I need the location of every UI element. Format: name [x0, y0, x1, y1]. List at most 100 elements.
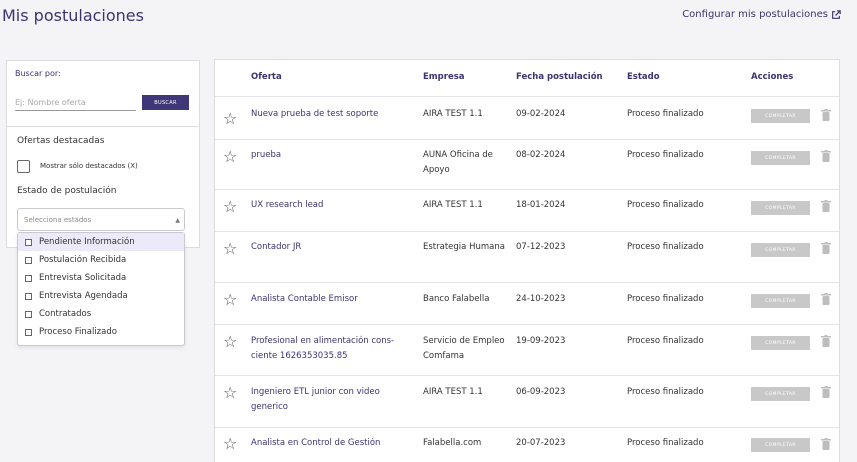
- header-state: Estado: [627, 72, 660, 82]
- state-option[interactable]: Entrevista Solicitada: [18, 269, 184, 287]
- state-option[interactable]: Contratados: [18, 305, 184, 323]
- state-option-label: Proceso Finalizado: [39, 327, 117, 337]
- complete-button[interactable]: COMPLETAR: [751, 336, 810, 350]
- table-row: ☆ Analista Contable Emisor Banco Falabel…: [215, 282, 839, 324]
- date-cell: 07-12-2023: [516, 242, 566, 252]
- trash-icon[interactable]: [821, 150, 831, 162]
- table-row: ☆ Analista en Control de Gestión Falabel…: [215, 427, 839, 462]
- complete-button[interactable]: COMPLETAR: [751, 201, 810, 215]
- complete-button[interactable]: COMPLETAR: [751, 243, 810, 257]
- date-cell: 19-09-2023: [516, 336, 566, 346]
- state-option-label: Entrevista Solicitada: [39, 273, 127, 283]
- complete-button[interactable]: COMPLETAR: [751, 151, 810, 165]
- configure-link-label: Configurar mis postulaciones: [682, 9, 828, 20]
- trash-icon[interactable]: [821, 335, 831, 347]
- date-cell: 06-09-2023: [516, 387, 566, 397]
- state-cell: Proceso finalizado: [627, 294, 704, 304]
- filter-divider: [7, 126, 199, 127]
- page-title: Mis postulaciones: [2, 6, 144, 25]
- checkbox-icon: [25, 328, 32, 336]
- star-icon[interactable]: ☆: [223, 334, 237, 350]
- offer-link[interactable]: UX research lead: [251, 198, 401, 213]
- application-state-title: Estado de postulación: [17, 186, 117, 196]
- company-cell: Estrategia Humana: [423, 242, 505, 252]
- table-row: ☆ UX research lead AIRA TEST 1.1 18-01-2…: [215, 189, 839, 231]
- header-date: Fecha postulación: [516, 72, 603, 82]
- date-cell: 20-07-2023: [516, 438, 566, 448]
- header-offer: Oferta: [251, 72, 282, 82]
- table-row: ☆ Contador JR Estrategia Humana 07-12-20…: [215, 231, 839, 282]
- offer-link[interactable]: Analista Contable Emisor: [251, 292, 401, 307]
- offer-link[interactable]: Profesional en alimentación cons-ciente …: [251, 334, 401, 364]
- complete-button[interactable]: COMPLETAR: [751, 109, 810, 123]
- state-cell: Proceso finalizado: [627, 336, 704, 346]
- state-option[interactable]: Proceso Finalizado: [18, 323, 184, 341]
- checkbox-icon: [25, 238, 32, 246]
- state-cell: Proceso finalizado: [627, 387, 704, 397]
- header-actions: Acciones: [751, 72, 794, 82]
- checkbox-icon: [25, 292, 32, 300]
- company-cell: Servicio de Empleo Comfama: [423, 336, 505, 361]
- checkbox-icon: [25, 310, 32, 318]
- search-label: Buscar por:: [15, 69, 61, 78]
- star-icon[interactable]: ☆: [223, 385, 237, 401]
- trash-icon[interactable]: [821, 242, 831, 254]
- featured-only-label: Mostrar sólo destacados (X): [40, 162, 138, 170]
- state-option[interactable]: Postulación Recibida: [18, 251, 184, 269]
- date-cell: 09-02-2024: [516, 109, 566, 119]
- star-icon[interactable]: ☆: [223, 292, 237, 308]
- state-cell: Proceso finalizado: [627, 438, 704, 448]
- trash-icon[interactable]: [821, 109, 831, 121]
- trash-icon[interactable]: [821, 200, 831, 212]
- state-option-label: Postulación Recibida: [39, 255, 127, 265]
- company-cell: AUNA Oficina de Apoyo: [423, 150, 493, 175]
- state-cell: Proceso finalizado: [627, 109, 704, 119]
- offer-link[interactable]: Ingeniero ETL junior con video generico: [251, 385, 401, 415]
- star-icon[interactable]: ☆: [223, 241, 237, 257]
- date-cell: 24-10-2023: [516, 294, 566, 304]
- state-select-placeholder: Selecciona estados: [24, 216, 92, 224]
- header-company: Empresa: [423, 72, 465, 82]
- state-select[interactable]: Selecciona estados ▲: [17, 208, 185, 231]
- state-option[interactable]: Pendiente Información: [18, 233, 184, 251]
- offer-link[interactable]: prueba: [251, 148, 401, 163]
- state-option-label: Contratados: [39, 309, 92, 319]
- featured-only-checkbox[interactable]: [17, 160, 30, 173]
- table-row: ☆ prueba AUNA Oficina de Apoyo 08-02-202…: [215, 139, 839, 189]
- star-icon[interactable]: ☆: [223, 199, 237, 215]
- company-cell: Banco Falabella: [423, 294, 490, 304]
- chevron-up-icon: ▲: [175, 217, 180, 224]
- offer-link[interactable]: Contador JR: [251, 240, 401, 255]
- complete-button[interactable]: COMPLETAR: [751, 294, 810, 308]
- external-link-icon: [832, 9, 841, 19]
- search-button[interactable]: BUSCAR: [142, 95, 189, 110]
- company-cell: AIRA TEST 1.1: [423, 200, 483, 210]
- complete-button[interactable]: COMPLETAR: [751, 438, 810, 452]
- star-icon[interactable]: ☆: [223, 111, 237, 127]
- company-cell: AIRA TEST 1.1: [423, 109, 483, 119]
- offer-link[interactable]: Analista en Control de Gestión: [251, 436, 401, 451]
- featured-offers-title: Ofertas destacadas: [17, 136, 105, 146]
- table-row: ☆ Profesional en alimentación cons-cient…: [215, 324, 839, 375]
- trash-icon[interactable]: [821, 438, 831, 450]
- state-option-label: Pendiente Información: [39, 237, 135, 247]
- state-cell: Proceso finalizado: [627, 242, 704, 252]
- checkbox-icon: [25, 256, 32, 264]
- search-input[interactable]: [15, 95, 136, 111]
- star-icon[interactable]: ☆: [223, 436, 237, 452]
- configure-applications-link[interactable]: Configurar mis postulaciones: [682, 9, 841, 20]
- date-cell: 18-01-2024: [516, 200, 566, 210]
- company-cell: Falabella.com: [423, 438, 482, 448]
- offer-link[interactable]: Nueva prueba de test soporte: [251, 107, 401, 122]
- state-option[interactable]: Entrevista Agendada: [18, 287, 184, 305]
- star-icon[interactable]: ☆: [223, 149, 237, 165]
- state-option-label: Entrevista Agendada: [39, 291, 128, 301]
- table-row: ☆ Nueva prueba de test soporte AIRA TEST…: [215, 96, 839, 139]
- trash-icon[interactable]: [821, 293, 831, 305]
- state-cell: Proceso finalizado: [627, 200, 704, 210]
- complete-button[interactable]: COMPLETAR: [751, 387, 810, 401]
- trash-icon[interactable]: [821, 386, 831, 398]
- state-cell: Proceso finalizado: [627, 150, 704, 160]
- applications-table: Oferta Empresa Fecha postulación Estado …: [214, 59, 840, 462]
- filter-panel: Buscar por: BUSCAR Ofertas destacadas Mo…: [6, 60, 200, 248]
